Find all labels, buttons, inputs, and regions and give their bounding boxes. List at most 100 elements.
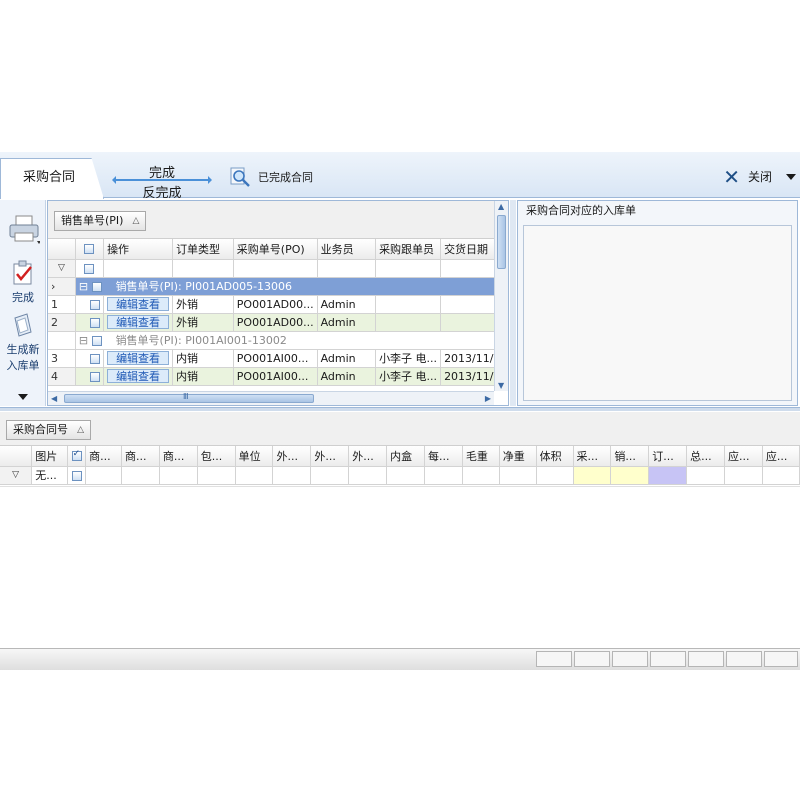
column-header[interactable]: 外... (348, 446, 388, 467)
filter-cell[interactable] (85, 466, 122, 485)
filter-cell[interactable] (310, 466, 350, 485)
filter-checkbox-cell[interactable] (75, 259, 105, 278)
edit-view-button[interactable]: 编辑查看 (107, 369, 170, 383)
filter-cell[interactable] (686, 466, 726, 485)
group-checkbox[interactable] (91, 336, 102, 346)
column-header[interactable]: 订... (648, 446, 688, 467)
scroll-up-icon[interactable]: ▲ (498, 202, 504, 211)
filter-checkbox[interactable] (84, 263, 95, 274)
column-header[interactable]: 外... (310, 446, 350, 467)
column-header-gross-weight[interactable]: 毛重 (462, 446, 500, 467)
filter-cell[interactable] (121, 466, 160, 485)
select-all-checkbox[interactable] (84, 244, 95, 255)
column-header[interactable]: 采... (573, 446, 612, 467)
filter-cell[interactable] (610, 466, 650, 485)
generate-inbound-button[interactable]: 生成新 入库单 (0, 312, 46, 373)
filter-cell[interactable] (499, 466, 537, 485)
filter-cell[interactable] (233, 259, 318, 278)
select-all-header[interactable] (67, 446, 87, 467)
filter-icon[interactable]: ▽ (48, 259, 76, 278)
group-chip-contract-no[interactable]: 采购合同号 △ (6, 420, 91, 440)
horizontal-scrollbar[interactable]: ◀ Ⅲ ▶ (48, 391, 494, 405)
tab-purchase-contract[interactable]: 采购合同 (0, 158, 104, 199)
filter-checkbox-cell[interactable] (67, 466, 87, 485)
table-row[interactable]: 1 编辑查看 外销 PO001AD00... Admin (48, 295, 508, 314)
row-checkbox-cell[interactable] (75, 367, 105, 386)
edit-view-button[interactable]: 编辑查看 (107, 351, 170, 365)
vertical-splitter[interactable] (510, 200, 516, 406)
scroll-right-icon[interactable]: ▶ (485, 394, 491, 403)
column-header-po[interactable]: 采购单号(PO) (233, 239, 318, 260)
select-all-header[interactable] (75, 239, 105, 260)
filter-cell[interactable] (573, 466, 612, 485)
filter-cell[interactable] (103, 259, 174, 278)
filter-cell[interactable] (762, 466, 800, 485)
column-header[interactable]: 商... (121, 446, 160, 467)
column-header-inner-box[interactable]: 内盒 (386, 446, 425, 467)
sort-asc-icon[interactable]: △ (77, 421, 84, 439)
filter-cell[interactable] (424, 466, 463, 485)
column-header[interactable]: 包... (197, 446, 236, 467)
horizontal-splitter[interactable] (0, 407, 800, 411)
group-chip-sales-order[interactable]: 销售单号(PI) △ (54, 211, 147, 231)
row-checkbox[interactable] (90, 371, 101, 382)
completed-contracts-button[interactable]: 已完成合同 (228, 165, 313, 189)
group-row[interactable]: › ⊟ 销售单号(PI): PI001AD005-13006 (48, 277, 508, 296)
chevron-down-icon[interactable] (786, 173, 796, 180)
inbound-orders-list[interactable] (523, 225, 792, 401)
column-header[interactable]: 应... (724, 446, 763, 467)
filter-cell[interactable] (272, 466, 312, 485)
filter-image-cell[interactable]: 无... (31, 466, 69, 485)
table-row[interactable]: 4 编辑查看 内销 PO001AI00... Admin 小李子 电... 20… (48, 367, 508, 386)
row-checkbox[interactable] (90, 317, 101, 328)
column-header-salesperson[interactable]: 业务员 (317, 239, 377, 260)
row-checkbox-cell[interactable] (75, 295, 105, 314)
sort-asc-icon[interactable]: △ (133, 212, 140, 230)
vertical-scroll-thumb[interactable] (497, 215, 506, 269)
filter-cell[interactable] (375, 259, 442, 278)
select-all-checkbox[interactable] (71, 449, 82, 462)
filter-cell[interactable] (462, 466, 500, 485)
column-header-net-weight[interactable]: 净重 (499, 446, 537, 467)
row-checkbox[interactable] (90, 299, 101, 310)
filter-checkbox[interactable] (71, 470, 82, 481)
column-header[interactable]: 商... (85, 446, 122, 467)
filter-cell[interactable] (159, 466, 198, 485)
column-header-image[interactable]: 图片 (31, 446, 69, 467)
filter-cell[interactable] (172, 259, 234, 278)
row-checkbox[interactable] (90, 353, 101, 364)
column-header-unit[interactable]: 单位 (235, 446, 274, 467)
filter-cell[interactable] (648, 466, 688, 485)
row-checkbox-cell[interactable] (75, 349, 105, 368)
column-header[interactable]: 总... (686, 446, 726, 467)
column-header[interactable]: 每... (424, 446, 463, 467)
filter-cell[interactable] (235, 466, 274, 485)
vertical-scrollbar[interactable]: ▲ ▼ (494, 201, 508, 391)
filter-icon[interactable]: ▽ (0, 466, 33, 485)
group-checkbox[interactable] (91, 282, 102, 292)
column-header[interactable]: 商... (159, 446, 198, 467)
row-checkbox-cell[interactable] (75, 313, 105, 332)
column-header-merchandiser[interactable]: 采购跟单员 (375, 239, 442, 260)
horizontal-scroll-thumb[interactable]: Ⅲ (64, 392, 314, 403)
column-header[interactable]: 应... (762, 446, 800, 467)
filter-cell[interactable] (348, 466, 388, 485)
group-row[interactable]: ⊟ 销售单号(PI): PI001AI001-13002 (48, 331, 508, 350)
filter-cell[interactable] (536, 466, 574, 485)
column-header-order-type[interactable]: 订单类型 (172, 239, 234, 260)
filter-cell[interactable] (724, 466, 763, 485)
table-row[interactable]: 3 编辑查看 内销 PO001AI00... Admin 小李子 电... 20… (48, 349, 508, 368)
filter-cell[interactable] (386, 466, 425, 485)
column-header-volume[interactable]: 体积 (536, 446, 574, 467)
edit-view-button[interactable]: 编辑查看 (107, 315, 170, 329)
table-row[interactable]: 2 编辑查看 外销 PO001AD00... Admin (48, 313, 508, 332)
complete-toggle-button[interactable]: 完成 反完成 (110, 160, 214, 201)
printer-icon[interactable] (8, 214, 40, 244)
filter-cell[interactable] (197, 466, 236, 485)
complete-tool-button[interactable]: 完成 (0, 260, 46, 305)
toolbar-more-button[interactable] (0, 390, 46, 403)
column-header-action[interactable]: 操作 (103, 239, 174, 260)
scroll-left-icon[interactable]: ◀ (51, 394, 57, 403)
close-button[interactable]: ✕ 关闭 (723, 167, 796, 187)
scroll-down-icon[interactable]: ▼ (498, 381, 504, 390)
